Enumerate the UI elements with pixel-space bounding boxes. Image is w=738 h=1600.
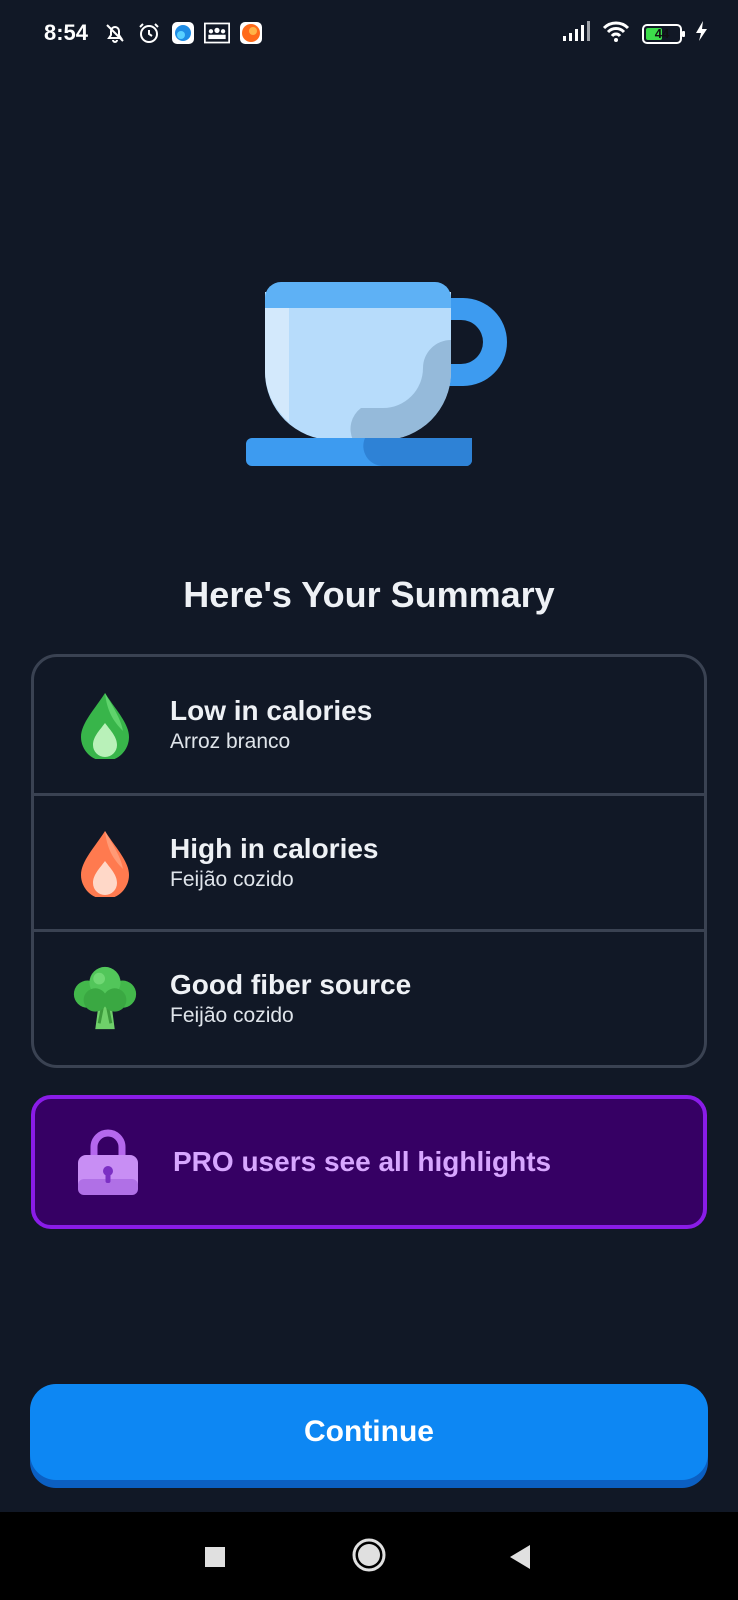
status-icons-right: 44: [562, 20, 708, 47]
app-icon-group: [204, 20, 230, 46]
summary-item-high-calories: High in calories Feijão cozido: [34, 793, 704, 929]
alarm-icon: [136, 20, 162, 46]
system-nav-bar: [0, 1512, 738, 1600]
pro-upsell-banner[interactable]: PRO users see all highlights: [31, 1095, 707, 1229]
status-bar: 8:54 44: [0, 0, 738, 68]
status-time: 8:54: [44, 20, 89, 45]
app-icon-orange: [238, 20, 264, 46]
back-button[interactable]: [505, 1542, 535, 1572]
summary-item-text: Good fiber source Feijão cozido: [170, 968, 411, 1030]
summary-item-fiber: Good fiber source Feijão cozido: [34, 929, 704, 1065]
summary-item-low-calories: Low in calories Arroz branco: [34, 657, 704, 793]
pro-banner-text: PRO users see all highlights: [173, 1146, 552, 1177]
lock-icon: [73, 1122, 143, 1202]
battery-level: 44: [654, 26, 670, 41]
status-icons-left: [102, 20, 264, 46]
coffee-cup-illustration: [245, 280, 515, 480]
summary-item-title: Low in calories: [170, 695, 373, 726]
broccoli-icon: [70, 961, 140, 1037]
battery-icon: 44: [642, 23, 685, 44]
charging-icon: [694, 20, 708, 47]
summary-item-subtitle: Feijão cozido: [170, 867, 294, 891]
summary-item-subtitle: Arroz branco: [170, 730, 291, 753]
wifi-icon: [602, 20, 630, 47]
summary-item-title: Good fiber source: [170, 968, 412, 1000]
continue-button[interactable]: Continue: [30, 1384, 708, 1480]
summary-item-title: High in calories: [170, 832, 379, 864]
signal-icon: [562, 20, 590, 47]
green-drop-icon: [70, 687, 140, 763]
summary-item-text: Low in calories Arroz branco: [170, 694, 372, 756]
app-icon-blue: [170, 20, 196, 46]
summary-item-text: High in calories Feijão cozido: [170, 832, 379, 894]
summary-item-subtitle: Feijão cozido: [170, 1003, 294, 1027]
summary-card: Low in calories Arroz branco High in cal…: [31, 654, 707, 1068]
recents-button[interactable]: [200, 1542, 230, 1572]
home-button[interactable]: [350, 1536, 388, 1574]
mute-bell-icon: [102, 20, 128, 46]
page-title: Here's Your Summary: [183, 574, 555, 615]
orange-flame-icon: [70, 825, 140, 901]
